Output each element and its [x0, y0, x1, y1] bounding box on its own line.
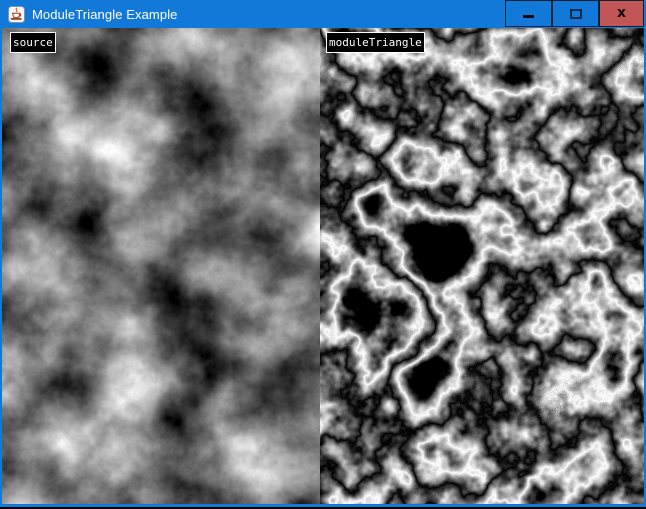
minimize-icon	[523, 15, 534, 18]
minimize-button[interactable]	[505, 0, 552, 27]
app-window: ModuleTriangle Example x	[0, 0, 646, 507]
window-controls: x	[505, 0, 644, 28]
maximize-button[interactable]	[552, 0, 599, 27]
source-panel: source	[2, 28, 320, 504]
maximize-icon	[570, 9, 582, 19]
close-icon: x	[617, 6, 626, 20]
module-triangle-panel: moduleTriangle	[320, 28, 644, 504]
content-area: source moduleTriangle	[2, 28, 644, 504]
window-title: ModuleTriangle Example	[32, 7, 178, 22]
module-triangle-noise-image	[320, 28, 644, 504]
module-triangle-label: moduleTriangle	[326, 32, 425, 53]
source-noise-image	[2, 28, 320, 504]
titlebar[interactable]: ModuleTriangle Example x	[2, 0, 644, 28]
close-button[interactable]: x	[599, 0, 644, 27]
java-coffee-cup-icon	[8, 6, 25, 23]
source-label: source	[10, 32, 56, 53]
